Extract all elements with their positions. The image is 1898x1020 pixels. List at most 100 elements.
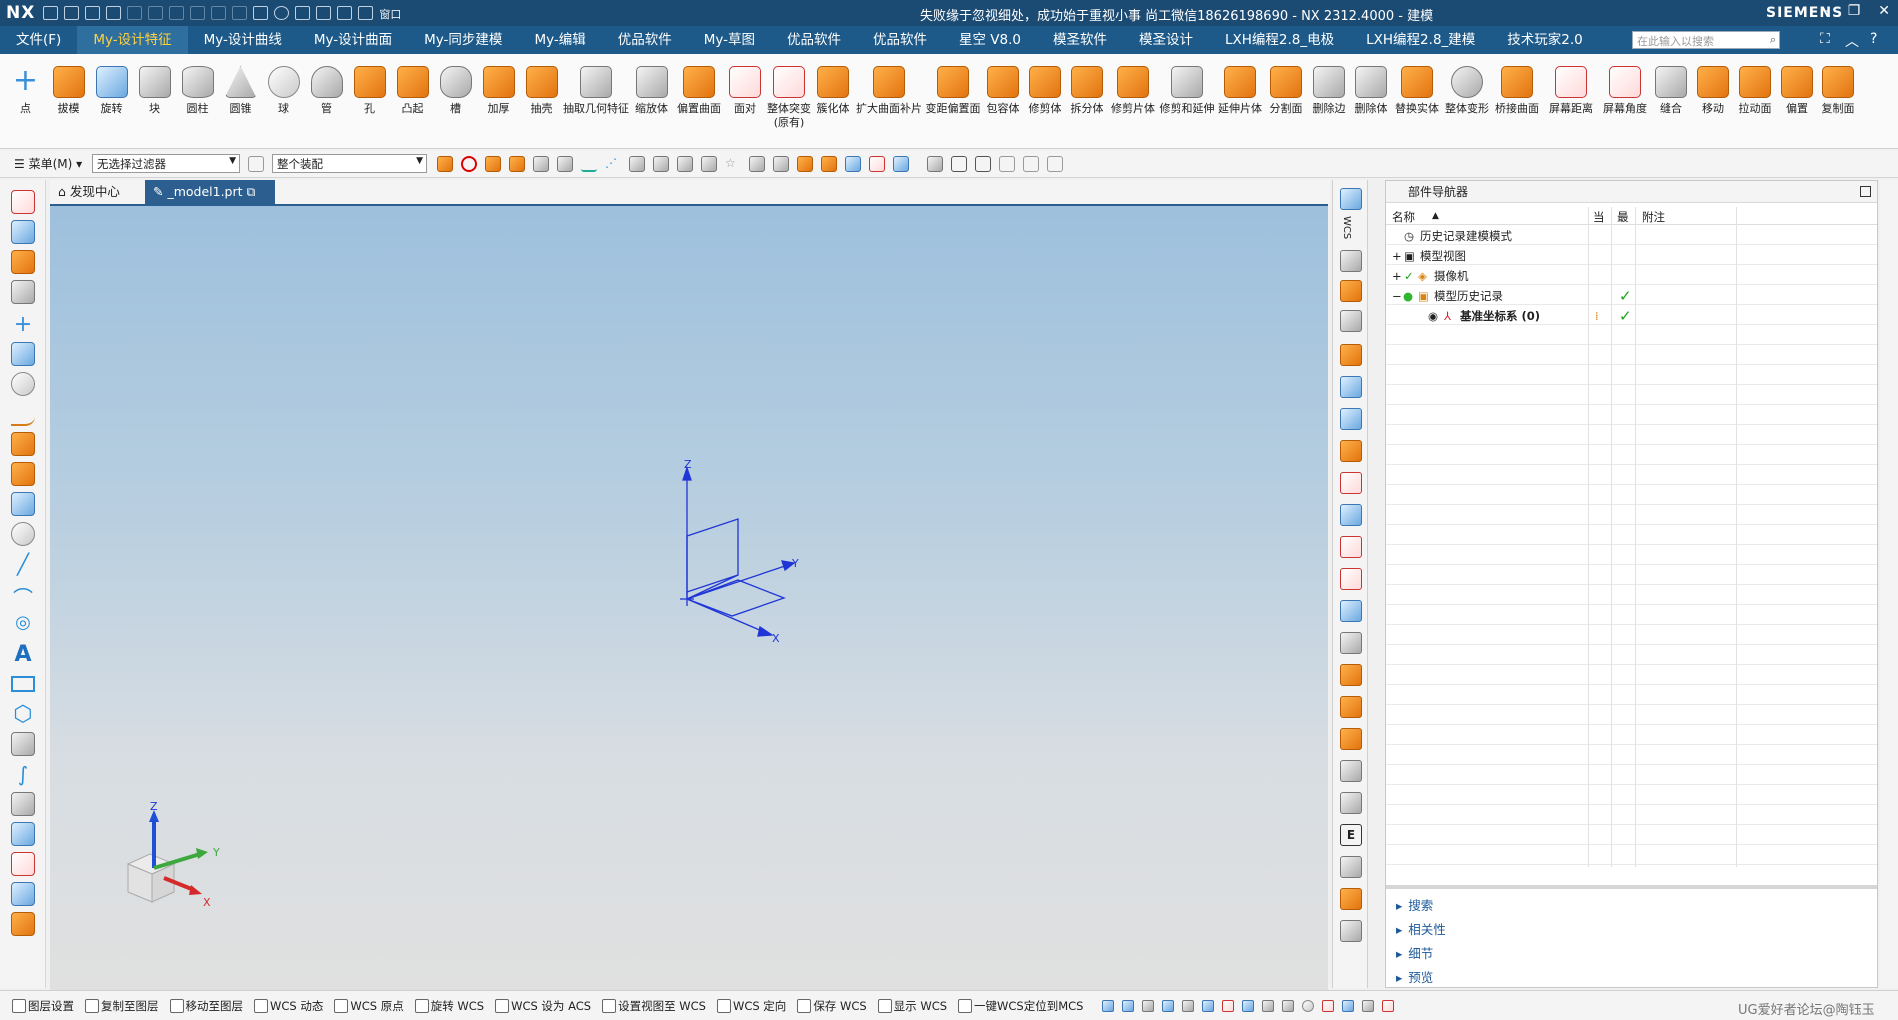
expand-plus-icon[interactable]: + — [1392, 246, 1402, 266]
column-current[interactable]: 当 — [1593, 209, 1605, 225]
new-file-icon[interactable] — [43, 6, 59, 20]
hole-button[interactable]: 孔 — [348, 54, 391, 148]
layer-settings-button[interactable]: 图层设置 — [8, 998, 81, 1014]
column-note[interactable]: 附注 — [1642, 209, 1665, 225]
menu-mosheng-design[interactable]: 模圣设计 — [1123, 26, 1209, 54]
tree-row-model-views[interactable]: + ▣ 模型视图 — [1386, 246, 1877, 266]
tree-row-datum-csys[interactable]: ◉ ⅄ 基准坐标系 (0) ⁞ ✓ — [1386, 306, 1877, 326]
extract-geometry-button[interactable]: 抽取几何特征 — [563, 54, 629, 148]
plane-icon[interactable] — [11, 190, 35, 214]
menu-youpin-2[interactable]: 优品软件 — [771, 26, 857, 54]
shaded-icon[interactable] — [821, 155, 837, 172]
repeat-command-icon[interactable] — [316, 6, 332, 20]
status-tool-icon[interactable] — [1322, 999, 1335, 1012]
bounding-body-button[interactable]: 包容体 — [982, 54, 1024, 148]
status-tool-icon[interactable] — [1222, 999, 1235, 1012]
status-tool-icon[interactable] — [1102, 999, 1115, 1012]
status-tool-icon[interactable] — [1122, 999, 1135, 1012]
sphere-small-icon[interactable] — [11, 372, 35, 396]
status-tool-icon[interactable] — [1142, 999, 1155, 1012]
helix-icon[interactable]: ◎ — [11, 612, 35, 636]
cut-icon[interactable] — [169, 6, 185, 20]
view-to-wcs-button[interactable]: 设置视图至 WCS — [598, 998, 713, 1014]
tree-row-history-mode[interactable]: ◷ 历史记录建模模式 — [1386, 226, 1877, 246]
layout-4-icon[interactable] — [1047, 155, 1063, 172]
render-style-icon[interactable] — [749, 155, 765, 172]
menu-design-curve[interactable]: My-设计曲线 — [188, 26, 298, 54]
save-all-icon[interactable] — [106, 6, 122, 20]
favorites-star-icon[interactable]: ☆ — [725, 156, 741, 172]
snap-options-icon[interactable] — [629, 155, 645, 172]
save-icon[interactable] — [85, 6, 101, 20]
cone-button[interactable]: 圆锥 — [219, 54, 262, 148]
section-dependencies[interactable]: 相关性 — [1396, 919, 1446, 938]
project-curve-icon[interactable] — [11, 732, 35, 756]
tab-popout-icon[interactable]: ⧉ — [247, 184, 256, 199]
box-icon[interactable] — [11, 462, 35, 486]
cube-view-icon[interactable] — [1340, 504, 1362, 526]
offset-curve-icon[interactable]: ∫ — [11, 762, 35, 786]
part-navigator-icon[interactable] — [1340, 188, 1362, 210]
layout-3-icon[interactable] — [1023, 155, 1039, 172]
wcs-to-acs-button[interactable]: WCS 设为 ACS — [491, 998, 598, 1014]
assembly-select-icon[interactable] — [677, 155, 693, 172]
measure-icon[interactable] — [11, 822, 35, 846]
variable-offset-button[interactable]: 变距偏置面 — [924, 54, 982, 148]
face-pair-button[interactable]: 面对 — [724, 54, 766, 148]
highlight-icon[interactable] — [869, 155, 885, 172]
curve-rule-icon[interactable] — [581, 156, 597, 172]
shaded-edges-icon[interactable] — [797, 155, 813, 172]
main-menu-button[interactable]: ☰ 菜单(M) ▾ — [0, 155, 92, 172]
menu-youpin-3[interactable]: 优品软件 — [857, 26, 943, 54]
cluster-body-button[interactable]: 簇化体 — [812, 54, 854, 148]
move-to-layer-button[interactable]: 移动至图层 — [166, 998, 251, 1014]
rectangle-icon[interactable] — [11, 676, 35, 692]
menu-design-feature[interactable]: My-设计特征 — [77, 26, 188, 54]
layout-2h-icon[interactable] — [975, 155, 991, 172]
draft-button[interactable]: 拔模 — [47, 54, 90, 148]
block-button[interactable]: 块 — [133, 54, 176, 148]
layer-icon[interactable] — [1340, 280, 1362, 302]
show-wcs-button[interactable]: 显示 WCS — [874, 998, 954, 1014]
wcs-orient-button[interactable]: WCS 定向 — [713, 998, 793, 1014]
screen-angle-button[interactable]: 屏幕角度 — [1600, 54, 1650, 148]
column-latest[interactable]: 最 — [1617, 209, 1629, 225]
graphics-viewport[interactable]: Z Y X Z Y X — [50, 204, 1328, 990]
status-tool-icon[interactable] — [1302, 999, 1315, 1012]
select-feature-icon[interactable] — [437, 155, 453, 172]
stack-cube-icon[interactable] — [1340, 728, 1362, 750]
menu-xingkong[interactable]: 星空 V8.0 — [943, 26, 1037, 54]
section-details[interactable]: 细节 — [1396, 943, 1433, 962]
window-menu-label[interactable]: 窗口 — [379, 6, 401, 21]
sphere-button[interactable]: 球 — [262, 54, 305, 148]
clip-section-icon[interactable] — [845, 155, 861, 172]
status-tool-icon[interactable] — [1182, 999, 1195, 1012]
surface-edit-icon[interactable] — [1340, 440, 1362, 462]
collapse-ribbon-icon[interactable]: ︿ — [1845, 31, 1859, 51]
select-sheet-icon[interactable] — [557, 155, 573, 172]
bridge-surface-button[interactable]: 桥接曲面 — [1492, 54, 1542, 148]
datum-csys[interactable] — [680, 465, 796, 637]
gears-icon[interactable] — [1340, 760, 1362, 782]
tab-model1-prt[interactable]: ✎ _model1.prt ⧉ ✕ — [145, 180, 275, 223]
status-tool-icon[interactable] — [1242, 999, 1255, 1012]
section-search[interactable]: 搜索 — [1396, 895, 1433, 914]
favorite-star-icon[interactable] — [274, 6, 290, 20]
type-filter-dropdown[interactable]: 无选择过滤器 ▼ — [92, 154, 240, 173]
save-wcs-button[interactable]: 保存 WCS — [793, 998, 873, 1014]
collapse-minus-icon[interactable]: − — [1392, 286, 1402, 306]
menu-lxh-modeling[interactable]: LXH编程2.8_建模 — [1350, 26, 1491, 54]
mesh-icon[interactable] — [1340, 376, 1362, 398]
arc-icon[interactable]: ⌒ — [11, 582, 35, 610]
status-tool-icon[interactable] — [1162, 999, 1175, 1012]
component-select-icon[interactable] — [701, 155, 717, 172]
grid-red-icon[interactable] — [1340, 472, 1362, 494]
trim-sheet-button[interactable]: 修剪片体 — [1108, 54, 1158, 148]
paste-icon[interactable] — [211, 6, 227, 20]
sweep-icon[interactable] — [11, 250, 35, 274]
menu-sync-modeling[interactable]: My-同步建模 — [408, 26, 518, 54]
help-icon[interactable]: ? — [1870, 31, 1877, 47]
undo-icon[interactable] — [127, 6, 143, 20]
select-body-icon[interactable] — [485, 155, 501, 172]
move-button[interactable]: 移动 — [1692, 54, 1734, 148]
